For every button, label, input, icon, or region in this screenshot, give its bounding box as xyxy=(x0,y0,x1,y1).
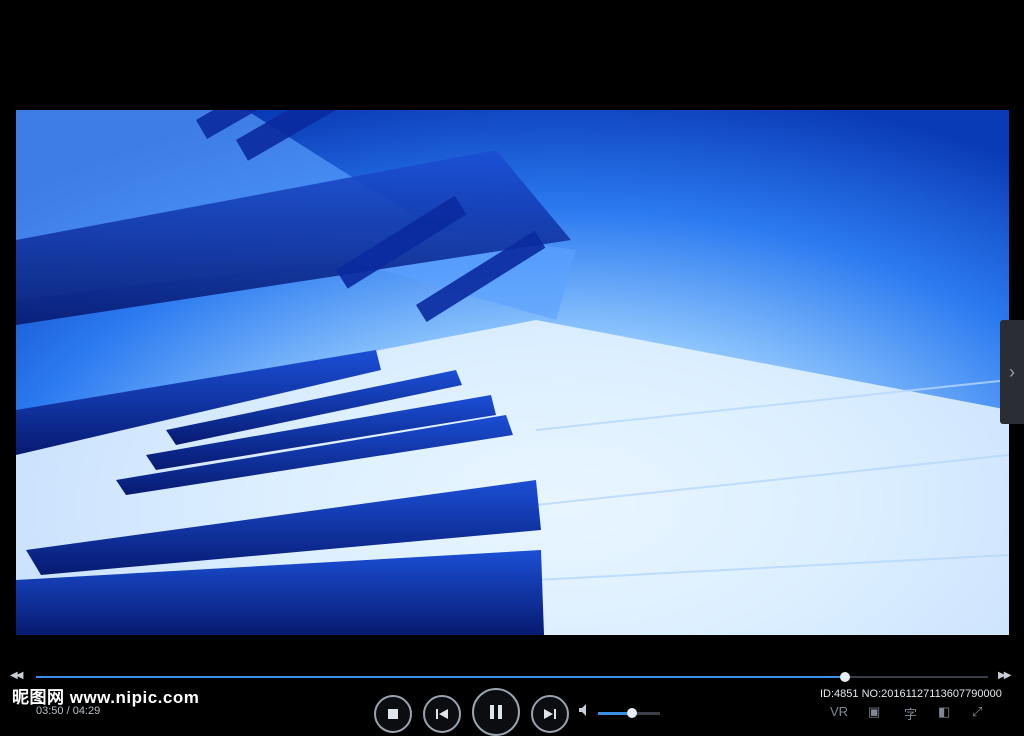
progress-thumb[interactable] xyxy=(840,672,851,682)
screen-mode-icon[interactable]: ▣ xyxy=(868,704,880,720)
video-still-piano-keys xyxy=(16,110,1009,635)
seek-back-icon[interactable]: ◀◀ xyxy=(10,670,23,681)
fullscreen-icon[interactable]: ⤢ xyxy=(972,704,982,720)
video-frame[interactable] xyxy=(16,110,1009,635)
seek-forward-icon[interactable]: ▶▶ xyxy=(998,670,1011,681)
player-controls: ◀◀ ▶▶ 昵图网 www.nipic.com 03:50 / 04:29 ID… xyxy=(0,668,1024,736)
subtitle-button[interactable]: 字 xyxy=(904,704,917,723)
volume-thumb[interactable] xyxy=(627,708,638,718)
previous-button[interactable] xyxy=(423,695,461,733)
next-button[interactable] xyxy=(531,695,569,733)
side-panel-toggle[interactable]: › xyxy=(1000,320,1024,424)
watermark-id: ID:4851 NO:20161127113607790000 xyxy=(820,688,1002,700)
chevron-right-icon: › xyxy=(1009,361,1015,382)
previous-icon xyxy=(436,709,448,719)
stop-button[interactable] xyxy=(374,695,412,733)
time-display: 03:50 / 04:29 xyxy=(36,705,101,717)
progress-bar[interactable] xyxy=(36,672,988,682)
pause-icon xyxy=(490,705,502,719)
volume-icon[interactable] xyxy=(578,703,592,722)
stop-icon xyxy=(388,709,398,719)
window-layout-icon[interactable]: ◧ xyxy=(938,704,950,720)
progress-fill xyxy=(36,676,846,678)
next-icon xyxy=(544,709,556,719)
pause-button[interactable] xyxy=(472,688,520,736)
vr-button[interactable]: VR xyxy=(830,704,848,719)
